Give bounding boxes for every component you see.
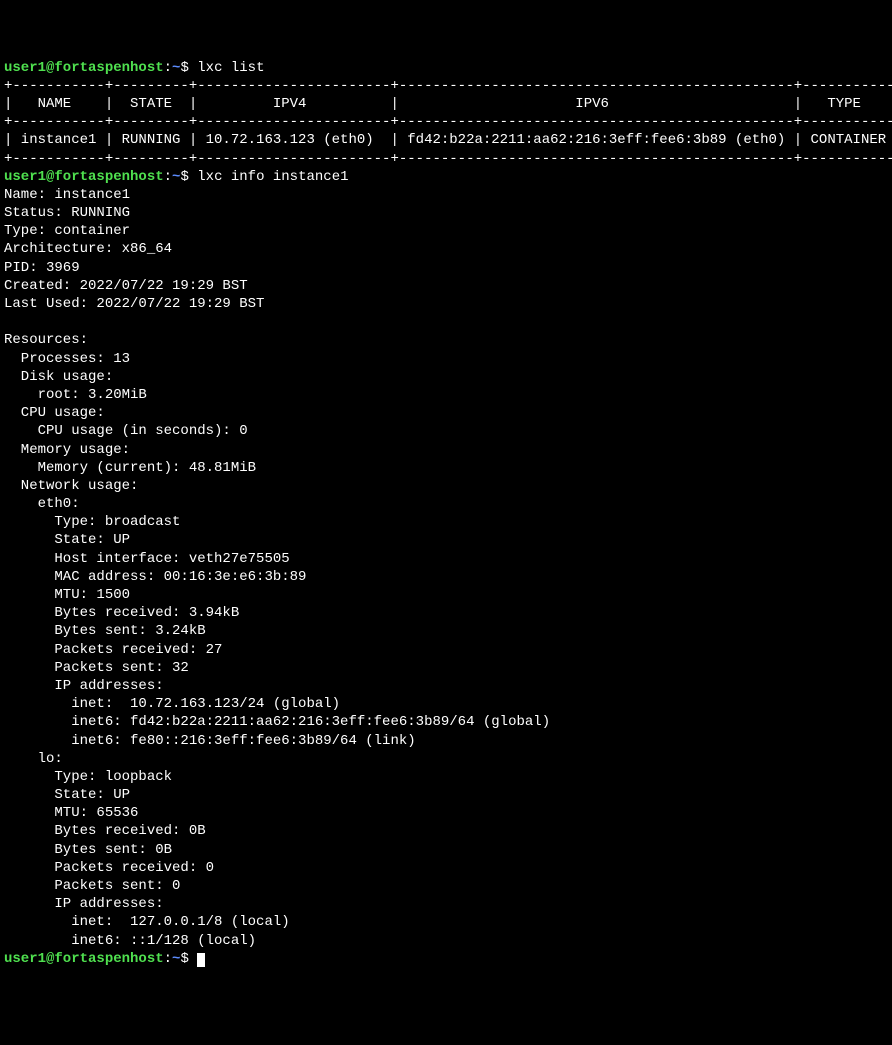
lo-ip-header: IP addresses: [4, 896, 164, 912]
lo-mtu: MTU: 65536 [4, 805, 138, 821]
info-type: Type: container [4, 223, 130, 239]
eth0-host-interface: Host interface: veth27e75505 [4, 551, 290, 567]
lo-inet: inet: 127.0.0.1/8 (local) [4, 914, 290, 930]
table-border-mid: +-----------+---------+-----------------… [4, 114, 892, 130]
prompt-sep: : [164, 169, 172, 185]
eth0-mtu: MTU: 1500 [4, 587, 130, 603]
info-name: Name: instance1 [4, 187, 130, 203]
eth0-mac: MAC address: 00:16:3e:e6:3b:89 [4, 569, 306, 585]
table-border-top: +-----------+---------+-----------------… [4, 78, 892, 94]
resources-header: Resources: [4, 332, 88, 348]
lo-type: Type: loopback [4, 769, 172, 785]
iface-lo: lo: [4, 751, 63, 767]
table-border-bot: +-----------+---------+-----------------… [4, 151, 892, 167]
lo-state: State: UP [4, 787, 130, 803]
memory-usage-header: Memory usage: [4, 442, 130, 458]
eth0-packets-received: Packets received: 27 [4, 642, 222, 658]
eth0-inet: inet: 10.72.163.123/24 (global) [4, 696, 340, 712]
eth0-state: State: UP [4, 532, 130, 548]
info-status: Status: RUNNING [4, 205, 130, 221]
prompt-user: user1@fortaspenhost [4, 169, 164, 185]
table-header-row: | NAME | STATE | IPV4 | IPV6 | TYPE | SN… [4, 96, 892, 112]
memory-current: Memory (current): 48.81MiB [4, 460, 256, 476]
eth0-bytes-received: Bytes received: 3.94kB [4, 605, 239, 621]
eth0-ip-header: IP addresses: [4, 678, 164, 694]
disk-usage-header: Disk usage: [4, 369, 113, 385]
info-arch: Architecture: x86_64 [4, 241, 172, 257]
prompt-sep: : [164, 951, 172, 967]
lo-packets-sent: Packets sent: 0 [4, 878, 180, 894]
prompt-user: user1@fortaspenhost [4, 951, 164, 967]
command-lxc-info: lxc info instance1 [197, 169, 348, 185]
table-data-row: | instance1 | RUNNING | 10.72.163.123 (e… [4, 132, 892, 148]
cpu-usage-header: CPU usage: [4, 405, 105, 421]
eth0-inet6-global: inet6: fd42:b22a:2211:aa62:216:3eff:fee6… [4, 714, 550, 730]
processes: Processes: 13 [4, 351, 130, 367]
prompt-dollar: $ [180, 60, 188, 76]
lo-bytes-sent: Bytes sent: 0B [4, 842, 172, 858]
cursor-icon[interactable] [197, 953, 205, 967]
cpu-seconds: CPU usage (in seconds): 0 [4, 423, 248, 439]
lo-inet6: inet6: ::1/128 (local) [4, 933, 256, 949]
prompt-dollar: $ [180, 951, 188, 967]
prompt-user: user1@fortaspenhost [4, 60, 164, 76]
disk-root: root: 3.20MiB [4, 387, 147, 403]
iface-eth0: eth0: [4, 496, 80, 512]
eth0-inet6-link: inet6: fe80::216:3eff:fee6:3b89/64 (link… [4, 733, 416, 749]
info-last-used: Last Used: 2022/07/22 19:29 BST [4, 296, 264, 312]
info-pid: PID: 3969 [4, 260, 80, 276]
lo-packets-received: Packets received: 0 [4, 860, 214, 876]
info-created: Created: 2022/07/22 19:29 BST [4, 278, 248, 294]
eth0-packets-sent: Packets sent: 32 [4, 660, 189, 676]
prompt-path: ~ [172, 951, 180, 967]
terminal-output: user1@fortaspenhost:~$ lxc list +-------… [4, 59, 888, 968]
eth0-bytes-sent: Bytes sent: 3.24kB [4, 623, 206, 639]
network-usage-header: Network usage: [4, 478, 138, 494]
command-lxc-list: lxc list [197, 60, 264, 76]
eth0-type: Type: broadcast [4, 514, 180, 530]
prompt-sep: : [164, 60, 172, 76]
lo-bytes-received: Bytes received: 0B [4, 823, 206, 839]
prompt-dollar: $ [180, 169, 188, 185]
